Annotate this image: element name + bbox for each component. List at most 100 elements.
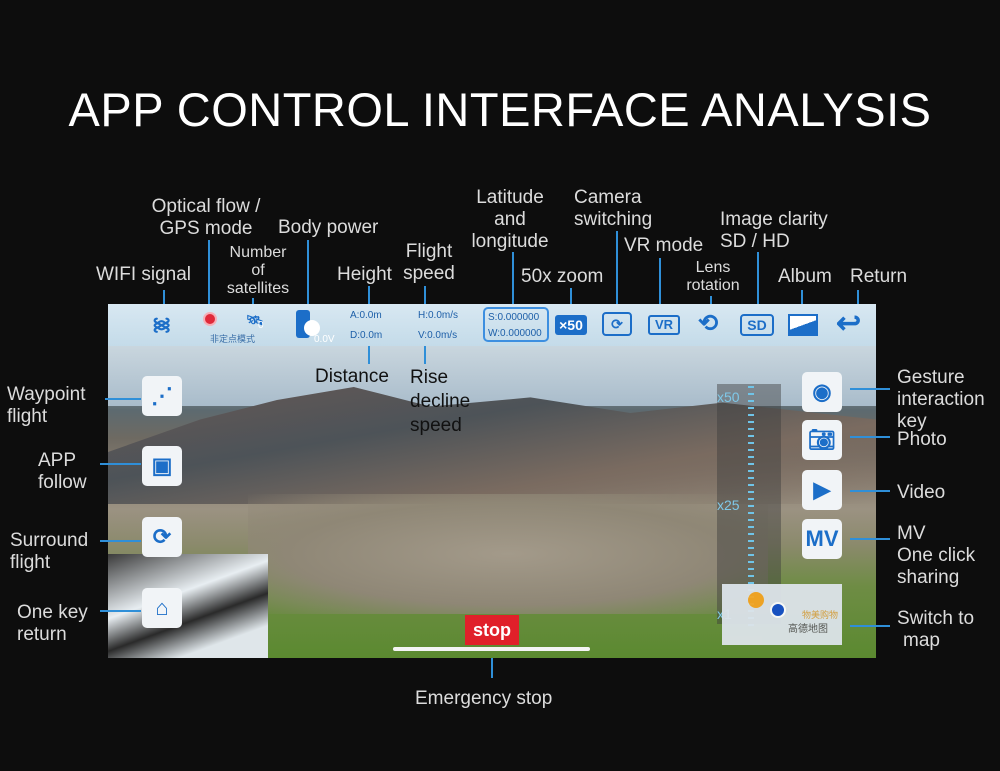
t: Rise	[410, 367, 449, 388]
t: and	[494, 209, 526, 230]
vr-mode-button[interactable]: VR	[648, 315, 680, 335]
t: One click	[897, 545, 976, 566]
t: Image clarity	[720, 209, 828, 230]
surround-icon: ⟳	[152, 524, 172, 549]
label-clarity: Image clarity SD / HD	[720, 209, 828, 253]
t: speed	[410, 415, 462, 436]
label-one-key-return: One key return	[17, 602, 88, 646]
label-waypoint: Waypoint flight	[7, 384, 86, 428]
voltage: 0.0V	[314, 334, 335, 345]
map-poi: 物美购物	[802, 610, 839, 620]
t: speed	[403, 263, 455, 284]
map-brand: 高德地图	[788, 624, 828, 635]
t: of	[251, 262, 265, 279]
satellite-count: 0	[258, 320, 264, 331]
zoom-tick: x25	[717, 497, 740, 513]
label-surround: Surround flight	[10, 530, 88, 574]
t: follow	[38, 472, 87, 493]
zoom-tick: x50	[717, 389, 740, 405]
pointer-line	[368, 346, 370, 364]
pointer-line	[512, 252, 514, 304]
t: Camera	[574, 187, 642, 208]
t: MV	[897, 523, 926, 544]
label-power: Body power	[278, 217, 379, 238]
eye-icon: ◉	[812, 379, 832, 404]
label-rise: Rise decline speed	[410, 366, 470, 438]
pointer-line	[570, 288, 572, 304]
camera-switch-icon[interactable]: ⟳	[602, 312, 632, 336]
label-return: Return	[850, 266, 908, 287]
label-photo: Photo	[897, 429, 947, 450]
gesture-button[interactable]: ◉	[802, 372, 842, 412]
pointer-line	[100, 540, 141, 542]
t: return	[17, 624, 67, 645]
t: rotation	[686, 277, 740, 294]
pointer-line	[801, 290, 803, 304]
mode-text: 非定点模式	[210, 334, 256, 344]
t: Gesture	[897, 367, 965, 388]
video-icon: ▶	[813, 477, 831, 502]
label-map: Switch to map	[897, 608, 974, 652]
pointer-line	[208, 240, 210, 304]
pointer-line	[368, 286, 370, 304]
coordinates-box: S:0.000000 W:0.000000	[483, 307, 549, 342]
page-title: APP CONTROL INTERFACE ANALYSIS	[68, 83, 932, 136]
label-satellites: Number of satellites	[220, 244, 296, 298]
t: GPS mode	[159, 218, 253, 239]
pointer-line	[105, 398, 141, 400]
mv-button[interactable]: MV	[802, 519, 842, 559]
gps-mode-icon[interactable]	[203, 312, 217, 326]
label-latlon: Latitude and longitude	[466, 187, 554, 253]
album-icon[interactable]	[788, 314, 818, 336]
altitude: A:0.0m	[350, 310, 382, 321]
t: flight	[7, 406, 48, 427]
return-icon[interactable]: ↩	[836, 306, 861, 341]
t: One key	[17, 602, 88, 623]
pointer-line	[307, 240, 309, 304]
pointer-line	[100, 610, 141, 612]
waypoint-flight-button[interactable]: ⋰	[142, 376, 182, 416]
home-icon: ⌂	[155, 595, 169, 620]
h-speed: H:0.0m/s	[418, 310, 459, 321]
pointer-line	[857, 290, 859, 304]
t: map	[903, 630, 940, 651]
app-follow-button[interactable]: ▣	[142, 446, 182, 486]
longitude: W:0.000000	[488, 328, 542, 339]
label-height: Height	[337, 264, 392, 285]
t: Latitude	[476, 187, 544, 208]
pointer-line	[850, 490, 890, 492]
lens-rotation-icon[interactable]: ⟲	[698, 309, 718, 338]
pointer-line	[491, 658, 493, 678]
label-follow: APP follow	[38, 450, 87, 494]
one-key-return-button[interactable]: ⌂	[142, 588, 182, 628]
t: Surround	[10, 530, 89, 551]
user-location-marker	[770, 602, 786, 618]
photo-button[interactable]: 📷︎	[802, 420, 842, 460]
pointer-line	[850, 388, 890, 390]
label-camera: Camera switching	[574, 187, 652, 231]
video-button[interactable]: ▶	[802, 470, 842, 510]
pointer-line	[424, 346, 426, 364]
t: satellites	[226, 280, 290, 297]
label-video: Video	[897, 482, 946, 503]
t: Lens	[695, 259, 731, 276]
pointer-line	[616, 231, 618, 304]
mini-map[interactable]: 高德地图 物美购物	[722, 584, 842, 645]
label-gesture: Gesture interaction key	[897, 367, 985, 433]
pointer-line	[659, 258, 661, 304]
pointer-line	[710, 296, 712, 304]
remote-icon: ▣	[151, 453, 173, 478]
valley	[248, 494, 768, 614]
pointer-line	[424, 286, 426, 304]
zoom-50x-button[interactable]: ×50	[555, 315, 587, 335]
label-distance: Distance	[315, 366, 389, 387]
t: APP	[38, 450, 77, 471]
sd-hd-button[interactable]: SD	[740, 314, 774, 336]
label-album: Album	[778, 266, 832, 287]
pointer-line	[850, 625, 890, 627]
surround-flight-button[interactable]: ⟳	[142, 517, 182, 557]
t: decline	[410, 391, 471, 412]
label-wifi: WIFI signal	[96, 264, 192, 285]
pointer-line	[100, 463, 141, 465]
emergency-stop-button[interactable]: stop	[465, 615, 519, 645]
